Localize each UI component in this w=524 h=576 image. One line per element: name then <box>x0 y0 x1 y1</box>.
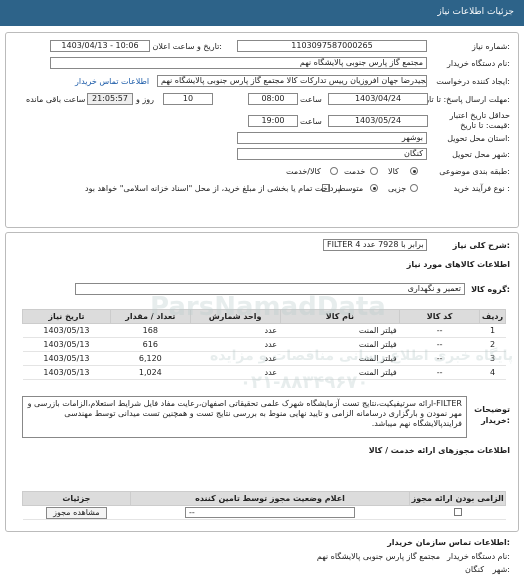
deadline-time-label: ساعت <box>300 95 322 104</box>
cell-unit: عدد <box>190 323 281 338</box>
cell-code: -- <box>399 323 480 338</box>
buyer-contact-link[interactable]: اطلاعات تماس خریدار <box>75 77 149 86</box>
days-label: روز و <box>136 95 154 104</box>
license-required-checkbox[interactable] <box>453 507 462 516</box>
licenses-section-title: اطلاعات مجوزهای ارائه خدمت / کالا <box>368 446 510 455</box>
license-status-select[interactable]: -- <box>185 507 356 518</box>
category-radio-service[interactable] <box>370 167 378 175</box>
cell-date: 1403/05/13 <box>22 337 111 352</box>
cell-date: 1403/05/13 <box>22 365 111 380</box>
validity-time-field[interactable]: 19:00 <box>248 115 298 127</box>
view-license-button[interactable]: مشاهده مجوز <box>46 506 107 519</box>
process-radio-minor[interactable] <box>410 184 418 192</box>
process-radio-medium[interactable] <box>370 184 378 192</box>
remaining-time-field: 21:05:57 <box>87 93 133 105</box>
validity-label-2: قیمت: تا تاریخ: <box>460 121 510 130</box>
category-radio-both[interactable] <box>330 167 338 175</box>
watermark-line: پایگاه خبری اطلاع رسانی مناقصات و مزایده <box>210 348 514 364</box>
validity-label-1: حداقل تاریخ اعتبار <box>449 111 510 120</box>
buyer-org-title: اطلاعات تماس سازمان خریدار: <box>387 538 510 547</box>
license-status-cell: -- <box>130 505 410 520</box>
cell-date: 1403/05/13 <box>22 323 111 338</box>
category-option-service: خدمت <box>344 167 366 176</box>
city-field[interactable]: کنگان <box>237 148 427 160</box>
validity-date-field[interactable]: 1403/05/24 <box>328 115 428 127</box>
table-row: 1 -- فیلتر المنت عدد 168 1403/05/13 <box>22 323 506 338</box>
remaining-label: ساعت باقی مانده <box>26 95 86 104</box>
notes-label-2: خریدار: <box>481 416 510 425</box>
col-date: تاریخ نیاز <box>22 309 111 324</box>
need-number-label: شماره نیاز: <box>471 42 510 51</box>
cell-code: -- <box>399 365 480 380</box>
goods-group-label: گروه کالا: <box>471 285 510 294</box>
notes-textarea[interactable]: FILTER-ارائه سرتیفیکیت،نتایج تست آزمایشگ… <box>22 396 467 438</box>
page-title: جزئیات اطلاعات نیاز <box>437 7 514 17</box>
deadline-label: مهلت ارسال پاسخ: تا تاریخ: <box>417 95 510 104</box>
cell-row: 1 <box>479 323 506 338</box>
category-label: طبقه بندی موضوعی: <box>439 167 510 176</box>
license-required-cell <box>409 505 506 520</box>
goods-section-title: اطلاعات کالاهای مورد نیاز <box>406 260 510 269</box>
buyer-field[interactable]: مجتمع گاز پارس جنوبی پالایشگاه نهم <box>50 57 427 69</box>
buyer-org-name-label: نام دستگاه خریدار: <box>446 552 510 561</box>
deadline-date-field[interactable]: 1403/04/24 <box>328 93 428 105</box>
creator-field[interactable]: مجیدرضا جهان افروزیان رییس تدارکات کالا … <box>157 75 427 87</box>
province-field[interactable]: بوشهر <box>237 132 427 144</box>
buyer-org-city-label: شهر: <box>492 565 510 574</box>
cell-date: 1403/05/13 <box>22 351 111 366</box>
buyer-org-name: مجتمع گاز پارس جنوبی پالایشگاه نهم <box>316 552 440 561</box>
col-license-status: اعلام وضعیت مجوز توسط تامین کننده <box>129 491 411 506</box>
cell-name: فیلتر المنت <box>280 323 400 338</box>
city-label: شهر محل تحویل: <box>452 150 510 159</box>
category-option-goods: کالا <box>388 167 399 176</box>
buyer-org-city: کنگان <box>465 565 484 574</box>
announce-field[interactable]: 1403/04/13 - 10:06 <box>50 40 150 52</box>
description-field[interactable]: FILTER 4 ردیف برابر با 7928 عدد <box>323 239 427 251</box>
validity-time-label: ساعت <box>300 117 322 126</box>
category-radio-goods[interactable] <box>410 167 418 175</box>
cell-qty: 616 <box>110 337 191 352</box>
creator-label: ایجاد کننده درخواست: <box>436 77 510 86</box>
process-label: نوع فرآیند خرید : <box>453 184 510 193</box>
watermark-phone: ۰۲۱-۸۸۳۴۹۶۷۰ <box>240 372 369 393</box>
province-label: استان محل تحویل: <box>447 134 510 143</box>
category-option-both: کالا/خدمت <box>286 167 321 176</box>
licenses-table: الزامی بودن ارائه مجوز اعلام وضعیت مجوز … <box>22 491 506 520</box>
watermark-brand: ParsNamadData <box>150 292 386 322</box>
description-label: شرح کلی نیاز: <box>452 241 510 250</box>
cell-qty: 6,120 <box>110 351 191 366</box>
cell-row: 4 <box>479 365 506 380</box>
col-code: کد کالا <box>399 309 481 324</box>
col-license-required: الزامی بودن ارائه مجوز <box>409 491 506 506</box>
license-details-cell: مشاهده مجوز <box>22 505 131 520</box>
buyer-label: نام دستگاه خریدار: <box>446 59 510 68</box>
days-field[interactable]: 10 <box>163 93 213 105</box>
col-license-details: جزئیات <box>22 491 131 506</box>
deadline-time-field[interactable]: 08:00 <box>248 93 298 105</box>
table-row: -- مشاهده مجوز <box>22 505 506 520</box>
payment-note: پرداخت تمام یا بخشی از مبلغ خرید، از محل… <box>85 184 343 193</box>
process-option-minor: جزیی <box>388 184 407 193</box>
cell-qty: 168 <box>110 323 191 338</box>
need-number-field[interactable]: 1103097587000265 <box>237 40 427 52</box>
col-row: ردیف <box>479 309 506 324</box>
cell-qty: 1,024 <box>110 365 191 380</box>
page-header: جزئیات اطلاعات نیاز <box>0 0 524 26</box>
notes-label-1: توضیحات <box>474 405 510 414</box>
